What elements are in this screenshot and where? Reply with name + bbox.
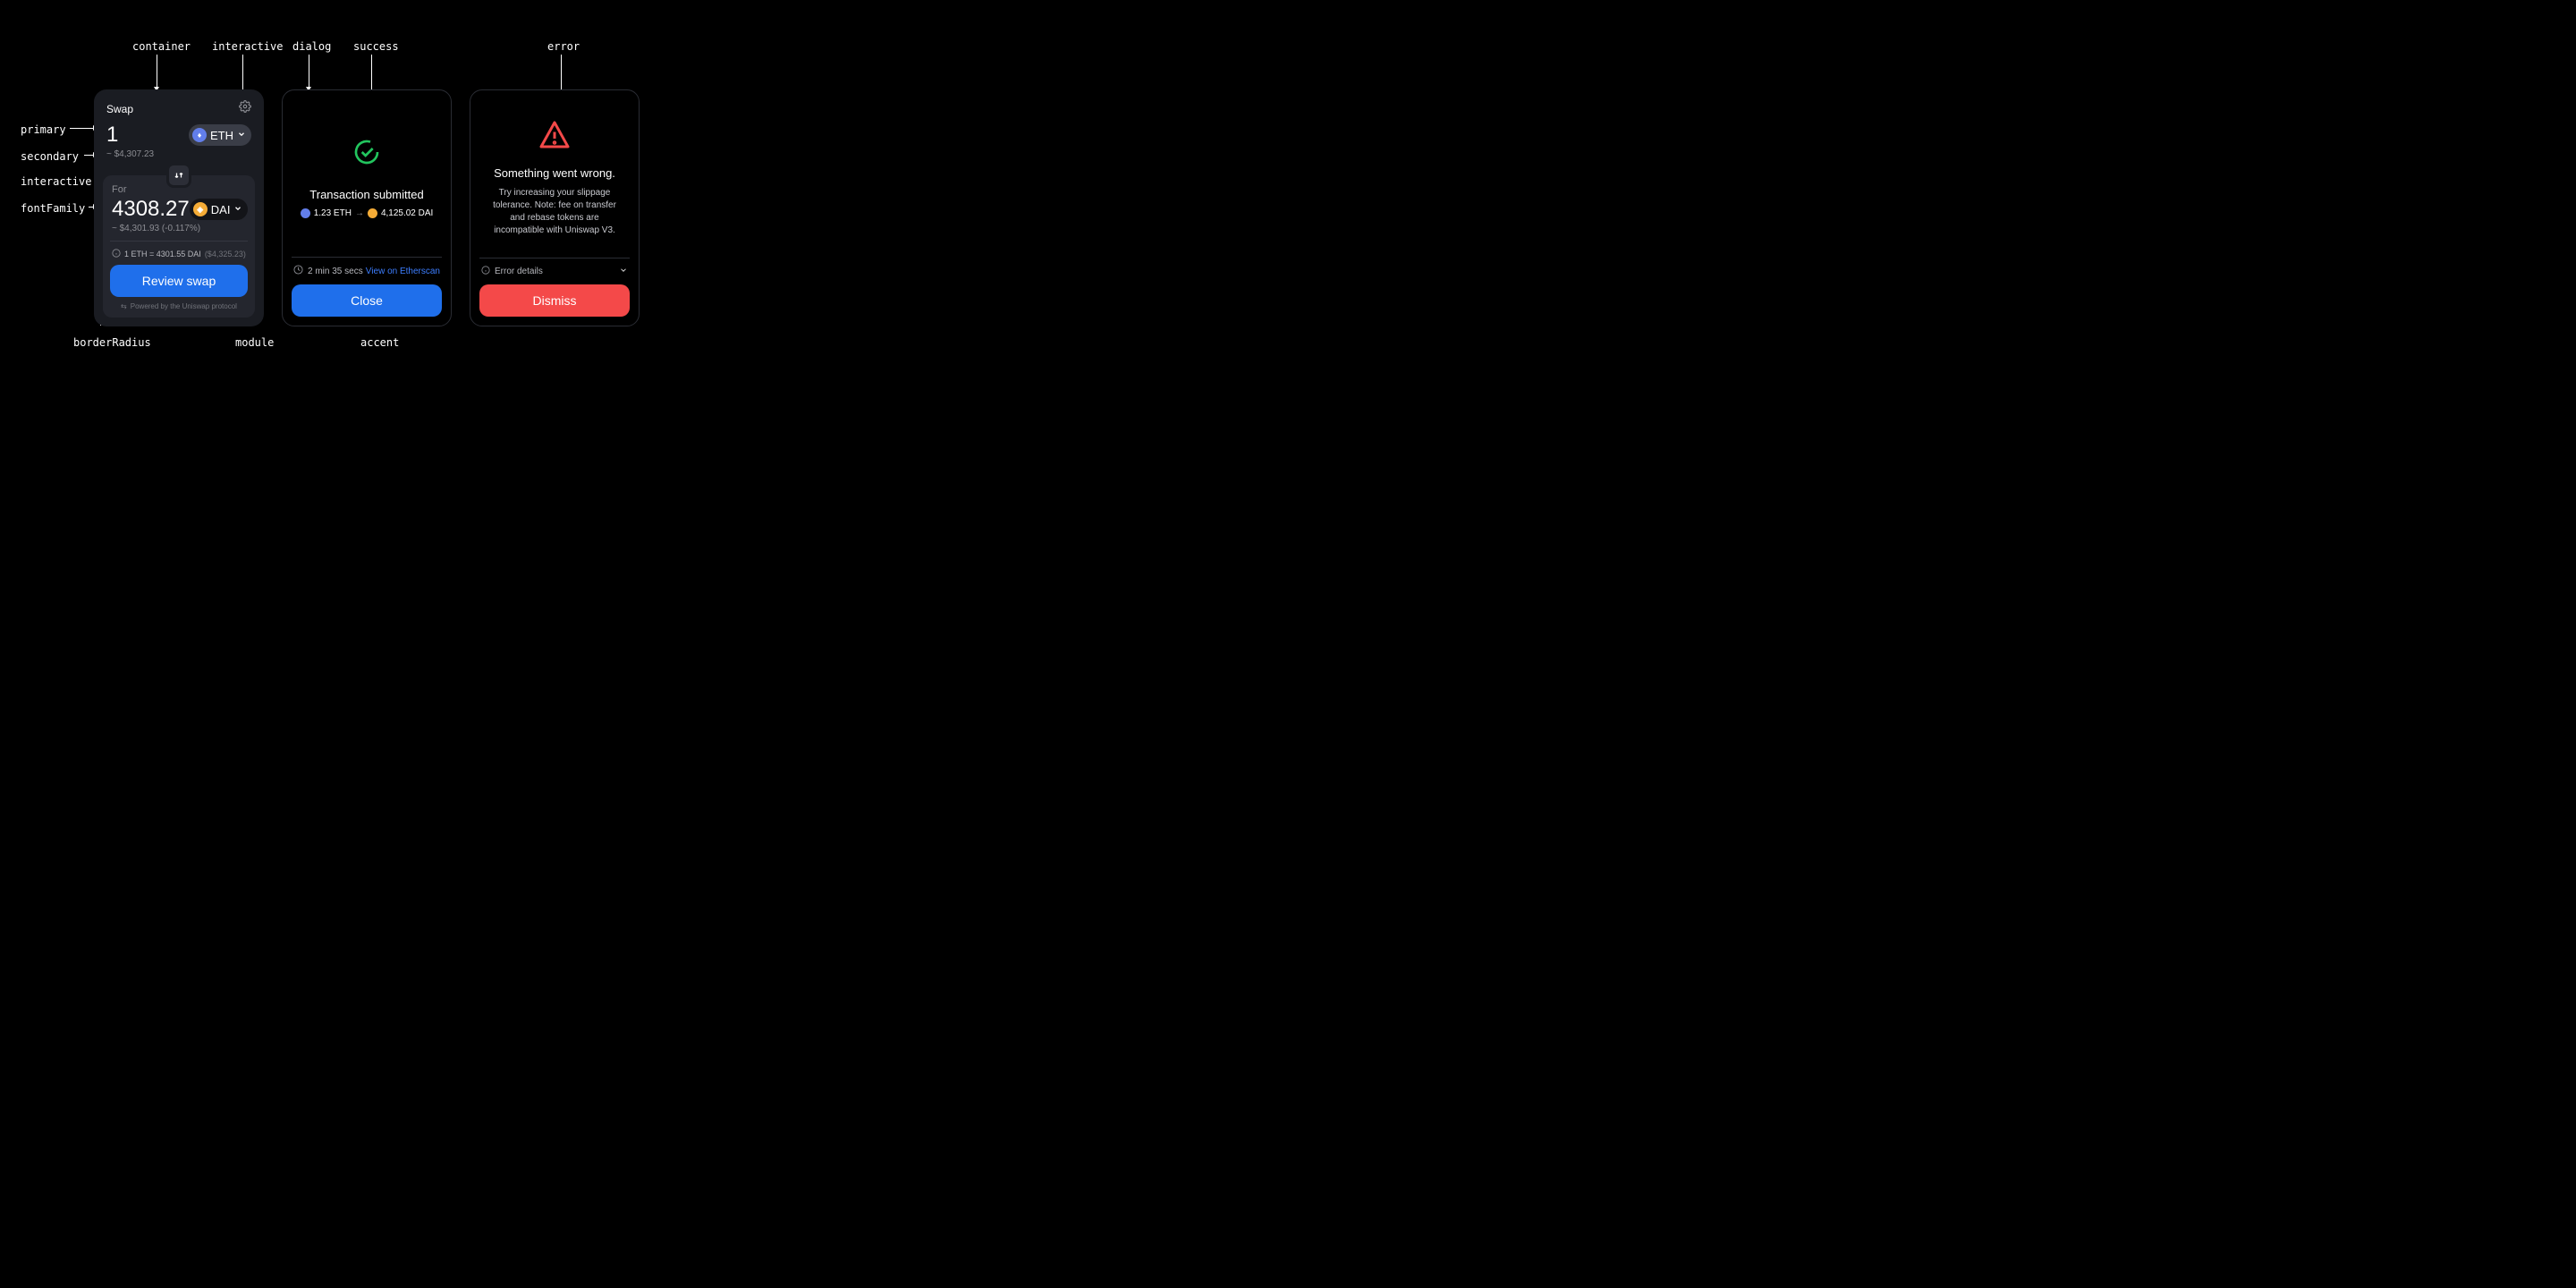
tx-dialog: Transaction submitted 1.23 ETH → 4,125.0… bbox=[282, 89, 452, 326]
dismiss-button[interactable]: Dismiss bbox=[479, 284, 630, 317]
annotation-interactive-top: interactive bbox=[212, 40, 283, 53]
sell-amount[interactable]: 1 bbox=[106, 123, 118, 148]
sell-token-symbol: ETH bbox=[210, 129, 233, 142]
success-check-icon bbox=[352, 138, 381, 166]
annotation-primary: primary bbox=[21, 123, 66, 136]
tx-dialog-title: Transaction submitted bbox=[309, 188, 423, 201]
close-button[interactable]: Close bbox=[292, 284, 442, 317]
annotation-fontfamily: fontFamily bbox=[21, 202, 85, 215]
gear-icon[interactable] bbox=[239, 100, 251, 117]
rate-text: 1 ETH = 4301.55 DAI bbox=[124, 250, 201, 258]
clock-icon bbox=[293, 265, 303, 277]
error-dialog-description: Try increasing your slippage tolerance. … bbox=[479, 187, 630, 237]
tx-summary: 1.23 ETH → 4,125.02 DAI bbox=[301, 208, 434, 218]
buy-amount: 4308.27 bbox=[112, 197, 190, 222]
buy-usd: ~ $4,301.93 (-0.117%) bbox=[110, 222, 248, 233]
info-icon bbox=[112, 249, 121, 259]
error-details-toggle[interactable]: Error details bbox=[479, 266, 630, 284]
view-etherscan-link[interactable]: View on Etherscan bbox=[366, 267, 440, 276]
chevron-down-icon bbox=[619, 266, 628, 277]
annotation-container: container bbox=[132, 40, 191, 53]
error-dialog-title: Something went wrong. bbox=[494, 166, 615, 180]
rate-usd: ($4,325.23) bbox=[205, 250, 246, 258]
dai-icon bbox=[368, 208, 377, 218]
annotation-interactive-mid: interactive bbox=[21, 175, 91, 188]
error-warning-icon bbox=[538, 120, 571, 148]
info-icon bbox=[481, 266, 490, 277]
sell-token-selector[interactable]: ♦ ETH bbox=[189, 124, 251, 146]
swap-title: Swap bbox=[106, 103, 133, 115]
eth-icon bbox=[301, 208, 310, 218]
swap-container: Swap 1 ♦ ETH ~ $4,307.23 For 4308.27 ◈ D… bbox=[94, 89, 264, 326]
annotation-error: error bbox=[547, 40, 580, 53]
buy-token-symbol: DAI bbox=[211, 203, 231, 216]
annotation-accent: accent bbox=[360, 336, 399, 349]
annotation-success: success bbox=[353, 40, 399, 53]
sell-usd: ~ $4,307.23 bbox=[103, 148, 255, 159]
swap-direction-button[interactable] bbox=[166, 163, 191, 188]
eth-icon: ♦ bbox=[192, 128, 207, 142]
dai-icon: ◈ bbox=[193, 202, 208, 216]
chevron-down-icon bbox=[233, 201, 242, 217]
buy-module: For 4308.27 ◈ DAI ~ $4,301.93 (-0.117%) … bbox=[103, 175, 255, 318]
annotation-secondary: secondary bbox=[21, 150, 79, 163]
uniswap-logo-icon: ⇆ bbox=[121, 302, 127, 310]
buy-token-selector[interactable]: ◈ DAI bbox=[190, 199, 249, 220]
review-swap-button[interactable]: Review swap bbox=[110, 265, 248, 297]
powered-by: ⇆ Powered by the Uniswap protocol bbox=[110, 302, 248, 310]
error-dialog: Something went wrong. Try increasing you… bbox=[470, 89, 640, 326]
annotation-dialog: dialog bbox=[292, 40, 331, 53]
annotation-module: module bbox=[235, 336, 274, 349]
tx-time: 2 min 35 secs bbox=[308, 267, 363, 276]
annotation-borderradius: borderRadius bbox=[73, 336, 151, 349]
chevron-down-icon bbox=[237, 127, 246, 143]
